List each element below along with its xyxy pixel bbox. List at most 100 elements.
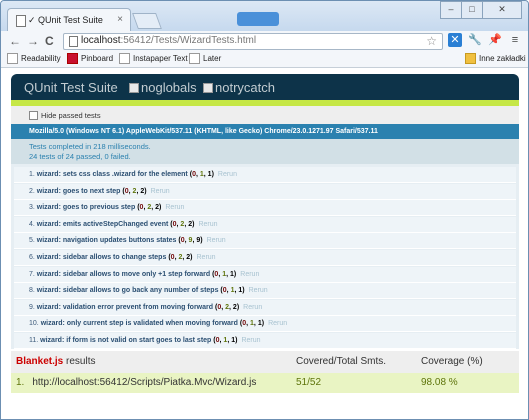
- test-name[interactable]: only current step is validated when movi…: [67, 320, 238, 327]
- bookmark-later[interactable]: Later: [189, 53, 221, 64]
- test-name[interactable]: sidebar allows to move only +1 step forw…: [63, 271, 210, 278]
- rerun-link[interactable]: Rerun: [268, 320, 287, 327]
- total-count: 1: [207, 171, 212, 178]
- passed-count: 1: [199, 171, 204, 178]
- total-count: 2: [140, 187, 145, 195]
- test-summary: Tests completed in 218 milliseconds. 24 …: [11, 139, 519, 164]
- test-row[interactable]: 6. wizard: sidebar allows to change step…: [14, 250, 516, 266]
- menu-icon[interactable]: ≡: [508, 33, 522, 47]
- blanket-brand[interactable]: Blanket.js: [16, 356, 63, 367]
- test-counts: (0, 2, 2): [122, 187, 147, 195]
- bookmark-other-folder[interactable]: Inne zakładki: [465, 53, 526, 64]
- test-module: wizard:: [36, 287, 61, 295]
- test-name[interactable]: validation error prevent from moving for…: [63, 304, 213, 311]
- rerun-link[interactable]: Rerun: [165, 204, 184, 211]
- option-noglobals[interactable]: noglobals: [129, 80, 197, 95]
- blanket-results: Blanket.js results Covered/Total Smts. C…: [11, 351, 519, 419]
- rerun-link[interactable]: Rerun: [151, 188, 170, 195]
- test-name[interactable]: goes to previous step: [63, 204, 135, 211]
- test-name[interactable]: sets css class .wizard for the element: [63, 171, 188, 178]
- rerun-link[interactable]: Rerun: [197, 254, 216, 261]
- test-row[interactable]: 2. wizard: goes to next step (0, 2, 2) Re…: [14, 183, 516, 200]
- bookmark-instapaper[interactable]: Instapaper Text: [119, 53, 188, 64]
- test-row[interactable]: 8. wizard: sidebar allows to go back any…: [14, 283, 516, 300]
- test-module: wizard:: [36, 237, 61, 245]
- test-module: wizard:: [36, 270, 61, 278]
- minimize-button[interactable]: ‒: [440, 1, 462, 19]
- test-name[interactable]: emits activeStepChanged event: [63, 221, 168, 228]
- failed-count: 0: [242, 320, 247, 328]
- rerun-link[interactable]: Rerun: [249, 287, 268, 294]
- qunit-toolbar: Hide passed tests: [11, 106, 519, 124]
- rerun-link[interactable]: Rerun: [207, 237, 226, 244]
- test-row[interactable]: 11. wizard: if form is not valid on star…: [14, 333, 516, 349]
- rerun-link[interactable]: Rerun: [218, 171, 237, 178]
- total-count: 1: [231, 337, 236, 344]
- page-content: QUnit Test Suite noglobals notrycatch Hi…: [1, 68, 528, 419]
- test-counts: (0, 2, 2): [168, 254, 193, 261]
- test-name[interactable]: goes to next step: [63, 188, 121, 195]
- checkbox[interactable]: [129, 82, 139, 93]
- pinboard-icon: [67, 53, 78, 64]
- test-name[interactable]: sidebar allows to go back any number of …: [63, 287, 219, 294]
- test-row[interactable]: 1. wizard: sets css class .wizard for th…: [14, 167, 516, 183]
- test-name[interactable]: navigation updates buttons states: [63, 237, 177, 244]
- summary-time: Tests completed in 218 milliseconds.: [29, 142, 151, 151]
- test-name[interactable]: if form is not valid on start goes to la…: [66, 337, 211, 344]
- blanket-header: Blanket.js results Covered/Total Smts. C…: [11, 351, 519, 373]
- pin-icon[interactable]: 📌: [488, 33, 502, 47]
- star-icon[interactable]: ☆: [426, 34, 437, 48]
- test-counts: (0, 1, 1): [189, 171, 214, 178]
- rerun-link[interactable]: Rerun: [241, 337, 260, 344]
- back-button[interactable]: ←: [9, 35, 21, 47]
- failed-count: 0: [222, 287, 227, 295]
- address-bar[interactable]: localhost:56412/Tests/WizardTests.html ☆: [63, 33, 443, 50]
- new-tab-button[interactable]: [132, 13, 162, 29]
- option-notrycatch[interactable]: notrycatch: [203, 80, 275, 95]
- checkbox[interactable]: [29, 111, 38, 120]
- passed-count: 1: [222, 270, 227, 278]
- close-button[interactable]: ✕: [482, 1, 522, 19]
- test-row[interactable]: 10. wizard: only current step is validat…: [14, 316, 516, 333]
- test-counts: (0, 1, 1): [239, 320, 265, 328]
- covered-header: Covered/Total Smts.: [296, 356, 387, 367]
- bluesky-icon[interactable]: ✕: [448, 33, 462, 47]
- test-row[interactable]: 5. wizard: navigation updates buttons st…: [14, 233, 516, 250]
- rerun-link[interactable]: Rerun: [240, 271, 259, 278]
- user-agent-bar: Mozilla/5.0 (Windows NT 6.1) AppleWebKit…: [11, 124, 519, 139]
- background-tab[interactable]: [237, 12, 279, 26]
- bookmark-label: Pinboard: [81, 54, 114, 63]
- passed-count: 1: [250, 320, 254, 328]
- page-title[interactable]: QUnit Test Suite: [24, 80, 118, 95]
- passed-count: 2: [132, 187, 137, 195]
- forward-button[interactable]: →: [27, 35, 39, 47]
- test-number: 5.: [29, 237, 35, 245]
- maximize-button[interactable]: □: [461, 1, 483, 19]
- tab-close-icon[interactable]: ×: [117, 14, 123, 25]
- reload-button[interactable]: C: [45, 35, 54, 47]
- test-row[interactable]: 7. wizard: sidebar allows to move only +…: [14, 266, 516, 283]
- test-number: 11.: [29, 337, 39, 344]
- checkbox[interactable]: [203, 82, 213, 93]
- wrench-icon[interactable]: 🔧: [468, 33, 482, 47]
- failed-count: 0: [215, 337, 220, 344]
- browser-tab[interactable]: ✓ QUnit Test Suite ×: [7, 8, 131, 32]
- test-row[interactable]: 4. wizard: emits activeStepChanged event…: [14, 216, 516, 233]
- failed-count: 0: [124, 187, 129, 195]
- test-row[interactable]: 3. wizard: goes to previous step (0, 2, …: [14, 200, 516, 217]
- url-host: localhost: [81, 35, 121, 46]
- test-counts: (0, 2, 2): [137, 204, 162, 212]
- test-module: wizard:: [36, 171, 61, 178]
- test-name[interactable]: sidebar allows to change steps: [63, 254, 166, 261]
- test-row[interactable]: 9. wizard: validation error prevent from…: [14, 299, 516, 316]
- rerun-link[interactable]: Rerun: [243, 304, 262, 311]
- qunit-header: QUnit Test Suite noglobals notrycatch: [11, 74, 519, 100]
- failed-count: 0: [180, 237, 185, 245]
- page-icon: [189, 53, 200, 64]
- bookmark-pinboard[interactable]: Pinboard: [67, 53, 113, 64]
- file-path[interactable]: http://localhost:56412/Scripts/Piatka.Mv…: [32, 377, 256, 388]
- blanket-row[interactable]: 1. http://localhost:56412/Scripts/Piatka.…: [11, 373, 519, 393]
- rerun-link[interactable]: Rerun: [198, 221, 217, 228]
- hide-passed-toggle[interactable]: Hide passed tests: [29, 111, 101, 120]
- bookmark-readability[interactable]: Readability: [7, 53, 61, 64]
